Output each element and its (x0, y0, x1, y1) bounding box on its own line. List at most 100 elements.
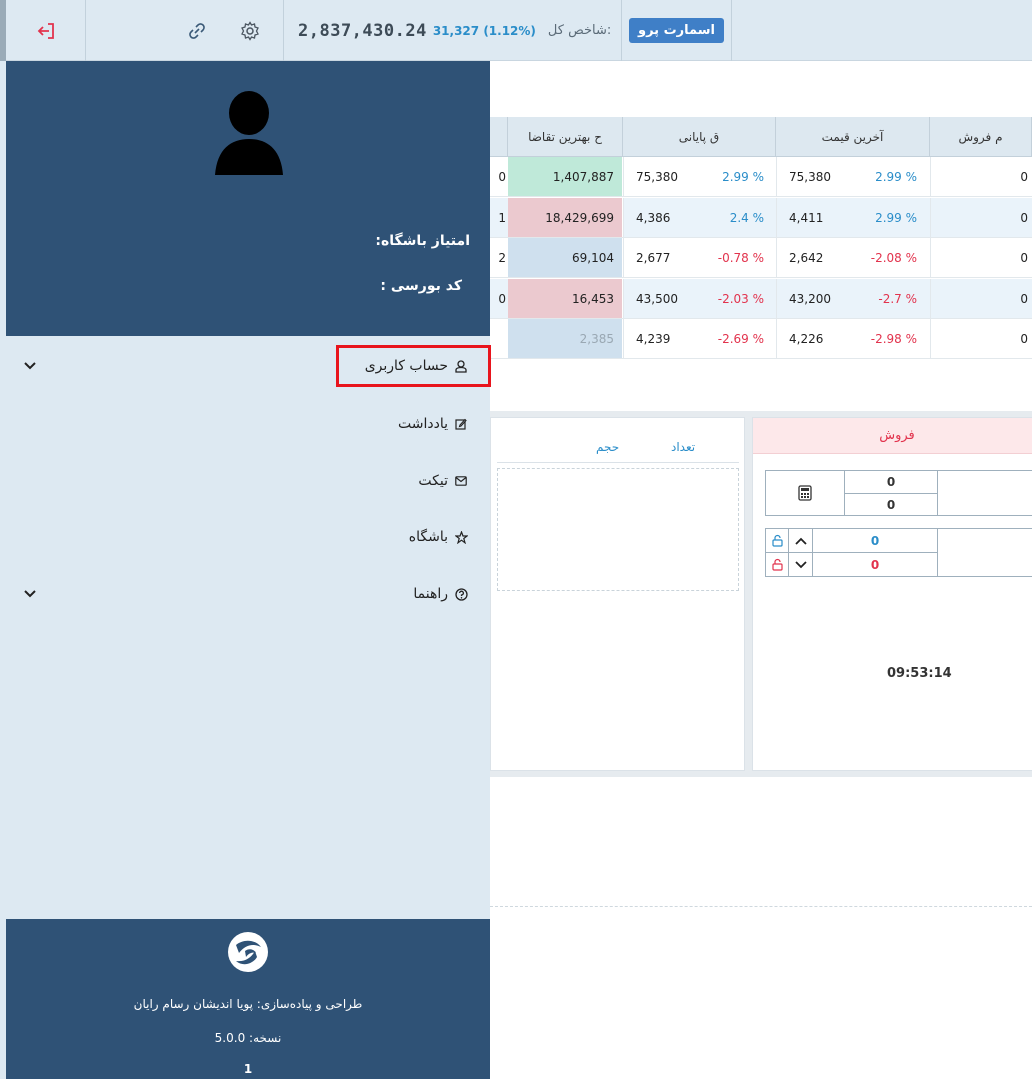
last-percent: -2.98 % (870, 332, 917, 346)
column-separator (623, 198, 624, 238)
close-price: 2,677 (636, 251, 671, 265)
close-percent: -0.78 % (717, 251, 764, 265)
last-price: 4,226 (789, 332, 824, 346)
orderbook-divider (497, 462, 739, 463)
close-percent: -2.03 % (717, 292, 764, 306)
column-separator (623, 319, 624, 359)
column-separator (930, 279, 931, 319)
grid-header-edge (490, 117, 508, 157)
row-edge-digit: 0 (498, 292, 506, 306)
exit-icon (37, 22, 54, 39)
clock: 09:53:14 (887, 666, 952, 681)
unlock-icon (771, 558, 783, 571)
best-bid-volume: 2,385 (508, 319, 623, 358)
menu-item-help[interactable]: راهنما (0, 572, 490, 616)
highlight-box (336, 345, 491, 387)
gear-icon (240, 20, 259, 41)
exit-button[interactable] (0, 0, 86, 61)
designer-credit: طراحی و پیاده‌سازی: پویا اندیشان رسام را… (133, 997, 363, 1011)
menu-label-club: باشگاه (408, 529, 448, 545)
page-number: 1 (243, 1062, 253, 1076)
sell-volume: 0 (1020, 292, 1028, 306)
down-value: 0 (812, 552, 938, 577)
profile-section: امتیاز باشگاه: کد بورسی : (6, 61, 490, 336)
close-percent: 2.99 % (722, 170, 764, 184)
close-price: 75,380 (636, 170, 678, 184)
column-separator (776, 319, 777, 359)
column-separator (623, 238, 624, 278)
column-separator (776, 238, 777, 278)
last-percent: 2.99 % (875, 211, 917, 225)
grid-header-sell[interactable]: م فروش (930, 117, 1032, 157)
chevron-down-icon[interactable] (24, 358, 36, 374)
close-price: 4,239 (636, 332, 671, 346)
close-price: 43,500 (636, 292, 678, 306)
sell-volume: 0 (1020, 332, 1028, 346)
orderbook-body (497, 468, 739, 591)
link-button[interactable] (86, 0, 216, 61)
help-icon (454, 587, 468, 601)
best-bid-volume: 69,104 (508, 238, 623, 277)
step-up-button[interactable] (788, 528, 813, 553)
dashed-divider (490, 906, 1032, 907)
grid-header-last[interactable]: آخرین قیمت (776, 117, 930, 157)
version-label: نسخه: 5.0.0 (214, 1031, 282, 1045)
chevron-up-icon (794, 537, 807, 545)
menu-label-help: راهنما (413, 586, 448, 602)
chevron-down-icon (794, 560, 807, 568)
calc-side-cell (937, 470, 1032, 516)
menu-item-notes[interactable]: یادداشت (0, 402, 490, 446)
mail-icon (454, 474, 468, 488)
menu-label-notes: یادداشت (398, 416, 448, 432)
top-bar: 2,837,430.24 31,327 (1.12%) شاخص کل: اسم… (0, 0, 1032, 61)
calc-bottom-value: 0 (844, 493, 938, 516)
up-value: 0 (812, 528, 938, 553)
calculator-icon (798, 485, 812, 501)
unlock-icon (771, 534, 783, 547)
note-edit-icon (454, 417, 468, 431)
grid-header-best-bid[interactable]: ح بهترین تقاضا (508, 117, 623, 157)
bourse-code-label: کد بورسی : (380, 278, 462, 294)
sell-volume: 0 (1020, 170, 1028, 184)
best-bid-volume: 16,453 (508, 279, 623, 318)
best-bid-volume: 1,407,887 (508, 157, 623, 196)
grid-header-close[interactable]: ق پایانی (623, 117, 776, 157)
sell-volume: 0 (1020, 211, 1028, 225)
unlock-up-button[interactable] (765, 528, 789, 553)
index-change: 31,327 (1.12%) (432, 23, 536, 38)
market-index: 2,837,430.24 31,327 (1.12%) شاخص کل: (284, 0, 622, 61)
trade-panel: فروش 0 0 0 0 09:53:14 (752, 417, 1032, 771)
menu-label-ticket: تیکت (418, 473, 448, 489)
menu-item-ticket[interactable]: تیکت (0, 459, 490, 503)
step-down-button[interactable] (788, 552, 813, 577)
column-separator (930, 319, 931, 359)
avatar-icon (215, 91, 283, 175)
last-percent: -2.7 % (878, 292, 917, 306)
row-edge-digit: 1 (498, 211, 506, 225)
index-value: 2,837,430.24 (298, 20, 427, 41)
column-separator (930, 238, 931, 278)
best-bid-volume: 18,429,699 (508, 198, 623, 237)
column-separator (930, 198, 931, 238)
star-icon (454, 530, 468, 544)
company-logo-icon (228, 932, 268, 972)
smart-pro-button[interactable]: اسمارت پرو (629, 18, 724, 43)
calc-top-value: 0 (844, 470, 938, 494)
chevron-down-icon[interactable] (24, 586, 36, 602)
column-separator (776, 279, 777, 319)
close-price: 4,386 (636, 211, 671, 225)
column-separator (776, 157, 777, 197)
row-edge-digit: 2 (498, 251, 506, 265)
price-side-cell (937, 528, 1032, 577)
last-price: 43,200 (789, 292, 831, 306)
calculator-button[interactable] (765, 470, 845, 516)
index-label: شاخص کل: (547, 23, 612, 38)
settings-button[interactable] (216, 0, 284, 61)
sell-tab[interactable]: فروش (753, 418, 1032, 454)
side-menu: امتیاز باشگاه: کد بورسی : حساب کاربری یا… (0, 61, 490, 1079)
sidebar-footer: طراحی و پیاده‌سازی: پویا اندیشان رسام را… (6, 919, 490, 1079)
last-price: 75,380 (789, 170, 831, 184)
orderbook-volume-header: حجم (596, 440, 620, 454)
menu-item-club[interactable]: باشگاه (0, 515, 490, 559)
unlock-down-button[interactable] (765, 552, 789, 577)
